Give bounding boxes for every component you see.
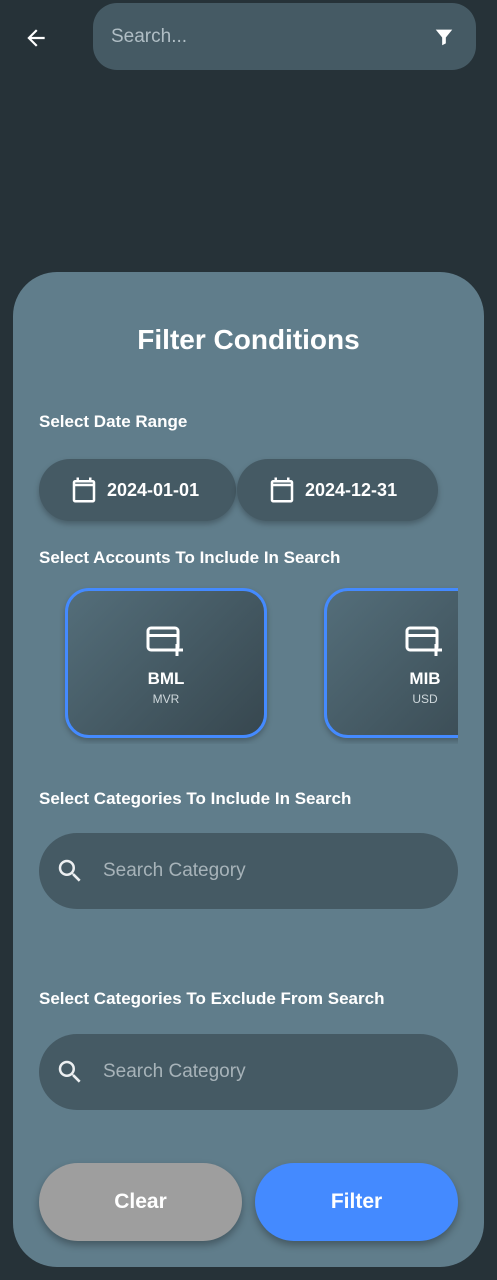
account-name: MIB	[409, 669, 441, 688]
end-date-button[interactable]: 2024-12-31	[237, 459, 438, 521]
back-arrow-icon	[27, 29, 45, 47]
account-card-mib[interactable]: MIB USD	[324, 588, 458, 738]
back-button[interactable]	[14, 16, 58, 60]
date-range-label: Select Date Range	[39, 412, 188, 431]
search-input[interactable]	[109, 24, 424, 49]
search-bar	[93, 3, 476, 70]
accounts-list[interactable]: BML MVR MIB USD	[13, 584, 458, 744]
filter-button[interactable]: Filter	[255, 1163, 458, 1241]
search-icon	[58, 859, 81, 882]
include-category-input[interactable]	[101, 859, 458, 883]
card-add-icon	[146, 626, 183, 656]
calendar-icon	[270, 477, 294, 503]
include-category-search	[39, 833, 458, 909]
calendar-icon	[72, 477, 96, 503]
exclude-categories-label: Select Categories To Exclude From Search	[39, 989, 385, 1008]
account-currency: MVR	[152, 692, 180, 706]
filter-funnel-icon	[435, 29, 453, 45]
screen: Filter Conditions Select Date Range 2024…	[0, 0, 497, 1280]
include-categories-label: Select Categories To Include In Search	[39, 789, 352, 808]
sheet-title: Filter Conditions	[137, 324, 360, 355]
start-date-button[interactable]: 2024-01-01	[39, 459, 236, 521]
search-icon	[58, 1060, 81, 1083]
accounts-label: Select Accounts To Include In Search	[39, 548, 341, 567]
exclude-category-search	[39, 1034, 458, 1110]
account-name: BML	[147, 669, 185, 688]
filter-toggle-button[interactable]	[424, 17, 464, 57]
account-currency: USD	[412, 692, 438, 706]
account-card-bml[interactable]: BML MVR	[65, 588, 267, 738]
filter-sheet: Filter Conditions Select Date Range 2024…	[13, 272, 484, 1267]
end-date-value: 2024-12-31	[305, 479, 398, 500]
card-add-icon	[405, 626, 442, 656]
exclude-category-input[interactable]	[101, 1060, 458, 1084]
start-date-value: 2024-01-01	[107, 479, 200, 500]
clear-button[interactable]: Clear	[39, 1163, 242, 1241]
